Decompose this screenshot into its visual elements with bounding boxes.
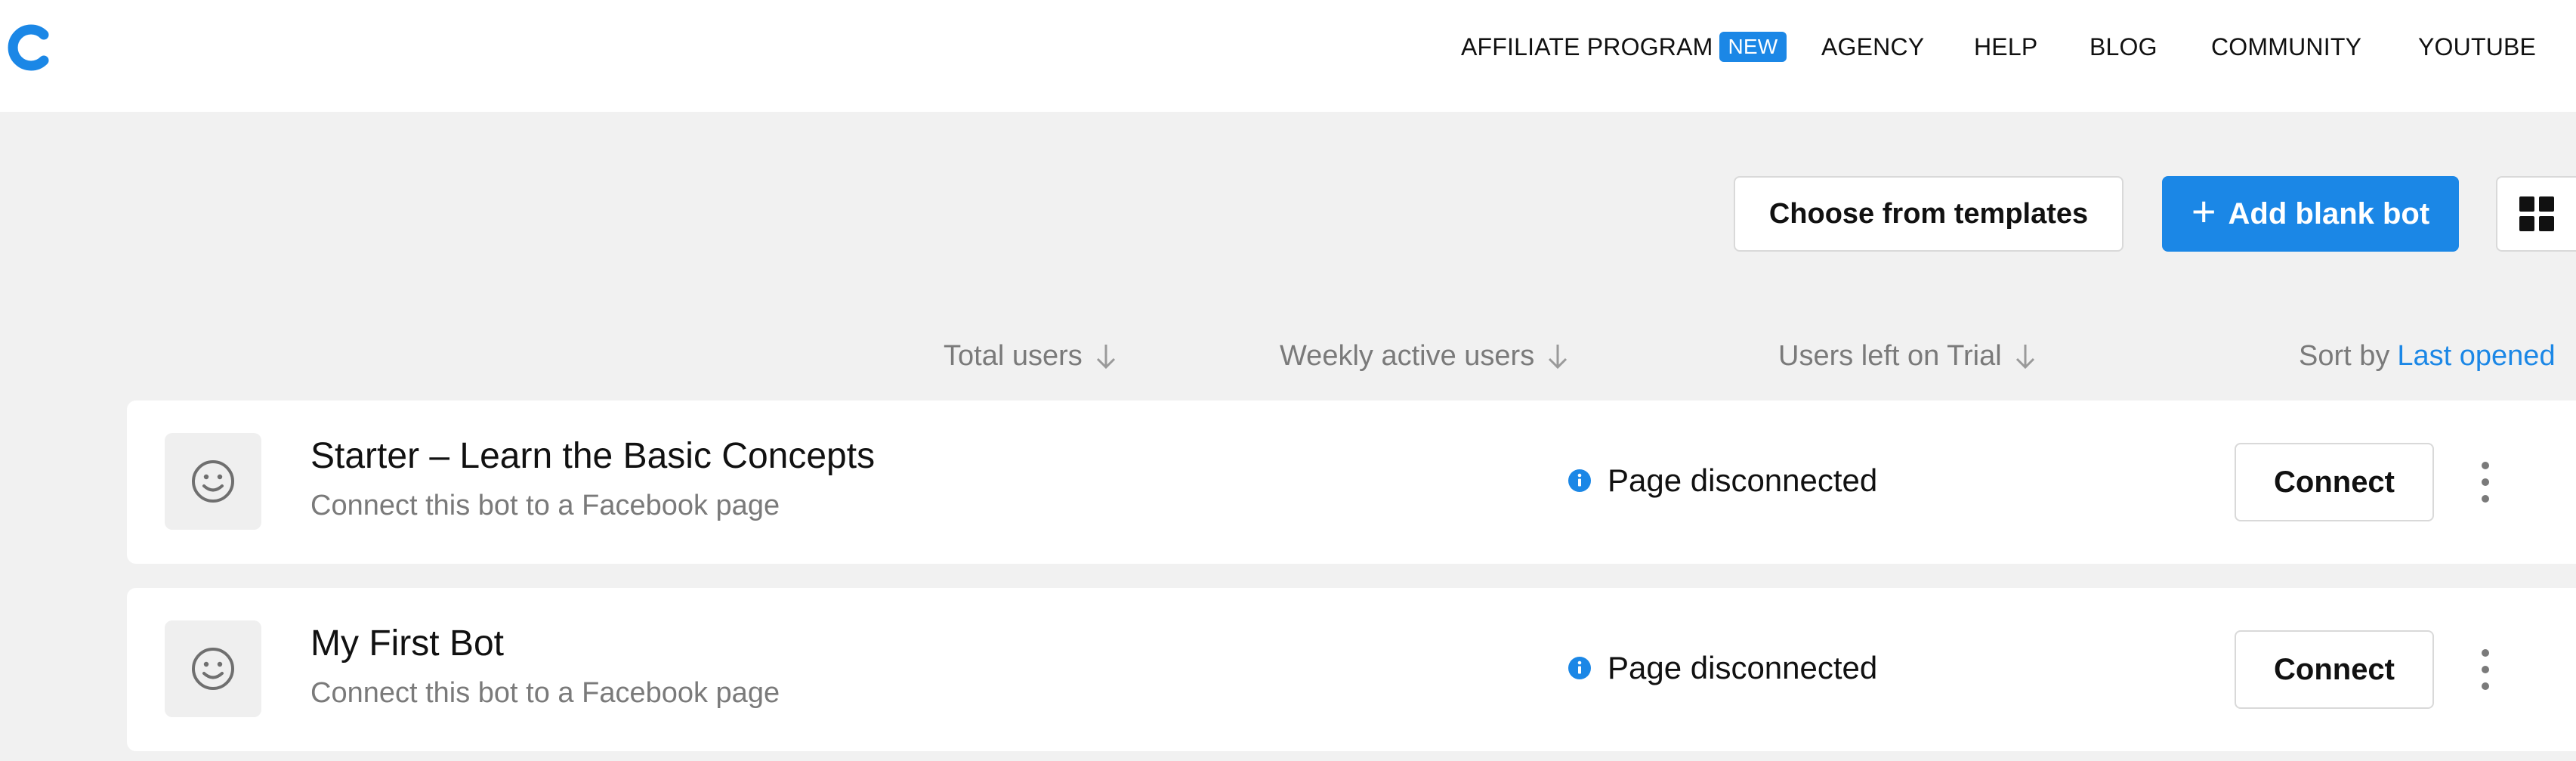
column-users-left-on-trial[interactable]: Users left on Trial <box>1778 340 2037 373</box>
bot-subtitle: Connect this bot to a Facebook page <box>310 490 780 521</box>
add-blank-bot-label: Add blank bot <box>2228 196 2430 230</box>
nav-community[interactable]: COMMUNITY <box>2211 33 2361 61</box>
nav-agency[interactable]: AGENCY <box>1821 33 1924 61</box>
sort-control: Sort by Last opened <box>2299 340 2556 373</box>
bot-status-text: Page disconnected <box>1608 462 1878 498</box>
more-vertical-icon[interactable] <box>2470 459 2500 505</box>
arrow-down-icon <box>1549 344 1568 369</box>
grid-view-icon <box>2519 196 2554 231</box>
connect-button[interactable]: Connect <box>2235 443 2434 521</box>
bot-row[interactable]: My First Bot Connect this bot to a Faceb… <box>127 588 2576 751</box>
nav-affiliate-label: AFFILIATE PROGRAM <box>1461 33 1713 60</box>
bot-subtitle: Connect this bot to a Facebook page <box>310 677 780 709</box>
arrow-down-icon <box>1096 344 1115 369</box>
logo-icon[interactable] <box>5 23 54 73</box>
top-navigation: AFFILIATE PROGRAM NEW AGENCY HELP BLOG CO… <box>0 0 2576 112</box>
bot-name[interactable]: My First Bot <box>310 623 504 664</box>
column-weekly-active-users[interactable]: Weekly active users <box>1280 340 1569 373</box>
add-blank-bot-button[interactable]: + Add blank bot <box>2162 176 2459 252</box>
new-badge: NEW <box>1719 32 1787 62</box>
column-weekly-active-label: Weekly active users <box>1280 340 1535 372</box>
bot-status-text: Page disconnected <box>1608 650 1878 685</box>
column-total-users-label: Total users <box>944 340 1083 372</box>
smiley-icon <box>192 460 234 503</box>
grid-view-button[interactable] <box>2496 176 2576 252</box>
smiley-icon <box>192 648 234 690</box>
column-trial-label: Users left on Trial <box>1778 340 2002 372</box>
info-icon <box>1568 469 1591 492</box>
bot-status: Page disconnected <box>1568 650 1877 686</box>
sort-by-label: Sort by <box>2299 340 2390 372</box>
more-vertical-icon[interactable] <box>2470 647 2500 692</box>
bot-avatar <box>165 620 261 717</box>
nav-affiliate-program[interactable]: AFFILIATE PROGRAM NEW <box>1461 32 1787 62</box>
bot-status: Page disconnected <box>1568 462 1877 499</box>
nav-help[interactable]: HELP <box>1974 33 2037 61</box>
info-icon <box>1568 657 1591 679</box>
bot-row[interactable]: Starter – Learn the Basic Concepts Conne… <box>127 401 2576 564</box>
bot-avatar <box>165 433 261 530</box>
nav-blog[interactable]: BLOG <box>2090 33 2157 61</box>
plus-icon: + <box>2191 187 2216 235</box>
connect-button[interactable]: Connect <box>2235 630 2434 709</box>
sort-value-dropdown[interactable]: Last opened <box>2397 340 2555 372</box>
arrow-down-icon <box>2015 344 2034 369</box>
nav-youtube[interactable]: YOUTUBE <box>2418 33 2536 61</box>
choose-templates-button[interactable]: Choose from templates <box>1734 176 2124 252</box>
bot-name[interactable]: Starter – Learn the Basic Concepts <box>310 435 875 477</box>
column-total-users[interactable]: Total users <box>944 340 1117 373</box>
